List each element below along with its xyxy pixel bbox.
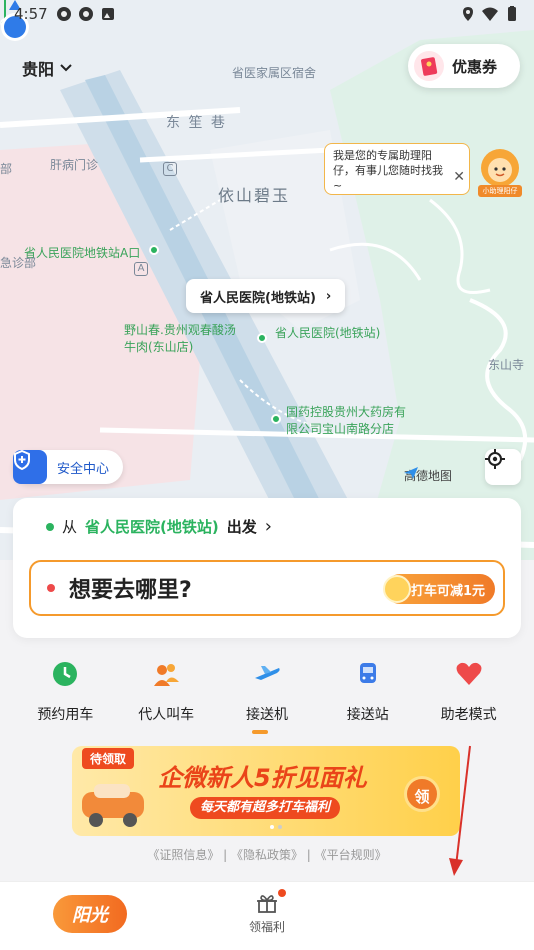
image-notification-icon [101,8,114,20]
red-envelope-icon [414,51,444,81]
pickup-dot-icon [46,522,54,531]
service-label: 预约用车 [37,707,94,723]
location-status-icon [463,7,473,21]
chevron-right-icon: › [325,288,332,304]
tab-benefits[interactable]: 领福利 [240,889,294,935]
gift-icon [257,895,277,913]
map-badge-a: A [134,262,148,276]
map-label-restaurant: 野山春.贵州观春酸汤 牛肉(东山店) [124,323,236,354]
map-label-yishan-biyu: 依山碧玉 [218,186,291,205]
service-grid: 预约用车 代人叫车 接送机 接送站 助老模式 [0,660,534,740]
map-badge-c: C [163,162,177,176]
pickup-suffix: 出发 [226,518,257,536]
service-label: 接送站 [346,707,389,723]
map-label-gan-clinic: 肝病门诊 [50,158,99,172]
airplane-icon [254,666,280,680]
safety-center-button[interactable]: 安全中心 [13,450,123,484]
map-label-emergency: 急诊部 [0,256,37,270]
notification-dot [278,889,286,897]
poi-dot-metro-exit[interactable] [149,245,159,255]
pickup-row[interactable]: 从 省人民医院(地铁站) 出发 › [46,516,272,537]
poi-dot-restaurant[interactable] [257,333,267,343]
destination-dot-icon [47,584,55,592]
tab-benefits-label: 领福利 [248,920,285,934]
banner-dot [278,825,282,829]
banner-dot [270,825,274,829]
coupon-label: 优惠券 [452,57,498,76]
service-station-transfer[interactable]: 接送站 [323,660,413,740]
service-active-indicator [252,730,268,734]
map-label-dongsheng-lane: 东 笙 巷 [166,115,227,131]
poi-dot-pharmacy[interactable] [271,414,281,424]
clock-icon [53,662,78,686]
crosshair-icon [485,449,505,469]
service-elderly-mode[interactable]: 助老模式 [424,660,514,740]
map-label-dongshan-temple: 东山寺 [488,358,525,372]
booking-card: 从 省人民医院(地铁站) 出发 › 想要去哪里? 打车可减1元 [13,498,521,638]
app-screen: 省医家属区宿舍 东 笙 巷 部 肝病门诊 依山碧玉 C 省人民医院地铁站A口 急… [0,0,534,950]
banner-tag: 待领取 [82,748,135,769]
service-airport-transfer[interactable]: 接送机 [222,660,312,740]
assistant-tag: 小助理阳仔 [478,185,522,197]
map-label-bu: 部 [0,162,13,176]
destination-placeholder: 想要去哪里? [69,578,192,603]
pickup-prefix: 从 [62,518,78,536]
car-illustration-icon [82,784,144,827]
locate-me-button[interactable] [485,449,521,485]
train-icon [359,663,376,683]
pickup-callout-label: 省人民医院(地铁站) [200,290,316,306]
promo-banner[interactable]: 待领取 企微新人5折见面礼 每天都有超多打车福利 领 [72,746,460,836]
service-label: 接送机 [245,707,288,723]
battery-icon [508,6,516,21]
chevron-down-icon [60,64,72,72]
annotation-arrow-icon [449,745,471,876]
map-label-hospital-dorm: 省医家属区宿舍 [232,66,317,80]
status-time: 4:57 [14,5,48,23]
amap-logo-icon [404,467,418,479]
chevron-right-icon: › [264,516,272,537]
wifi-icon [482,7,498,21]
heart-icon [456,662,482,685]
app-notification-icon-2 [78,7,93,21]
assistant-bubble[interactable]: 我是您的专属助理阳仔，有事儿您随时找我~ ✕ [324,143,470,195]
status-bar: 4:57 [0,0,534,28]
coin-icon [383,575,411,603]
app-notification-icon [56,7,71,21]
discount-label: 打车可减1元 [410,583,485,599]
banner-pagination [270,825,282,829]
amap-logo: 高德地图 [404,467,452,484]
discount-badge[interactable]: 打车可减1元 [383,574,495,604]
safety-center-label: 安全中心 [57,461,110,477]
pickup-callout[interactable]: 省人民医院(地铁站) › [186,279,346,313]
banner-title: 企微新人5折见面礼 [158,764,367,792]
shield-icon [13,450,47,484]
close-icon[interactable]: ✕ [453,170,465,185]
banner-claim-button[interactable]: 领 [404,776,440,812]
coupon-button[interactable]: 优惠券 [408,44,520,88]
map-label-metro-exit-a: 省人民医院地铁站A口 [24,246,141,260]
destination-input[interactable]: 想要去哪里? 打车可减1元 [29,560,505,616]
service-ride-for-others[interactable]: 代人叫车 [121,660,211,740]
service-label: 代人叫车 [138,707,195,723]
map-label-pharmacy: 国药控股贵州大药房有 限公司宝山南路分店 [286,405,407,436]
pickup-station: 省人民医院(地铁站) [85,518,219,536]
service-label: 助老模式 [440,707,497,723]
people-icon [154,664,180,686]
city-selector[interactable]: 贵阳 [22,56,72,80]
bottom-tab-bar: 阳光 领福利 [0,881,534,950]
banner-subtitle: 每天都有超多打车福利 [190,797,341,819]
tab-home[interactable]: 阳光 [53,895,127,933]
map-label-station-small: 省人民医院(地铁站) [275,326,381,340]
city-label: 贵阳 [22,60,55,79]
assistant-message: 我是您的专属助理阳仔，有事儿您随时找我~ [333,149,443,192]
service-scheduled-ride[interactable]: 预约用车 [20,660,110,740]
